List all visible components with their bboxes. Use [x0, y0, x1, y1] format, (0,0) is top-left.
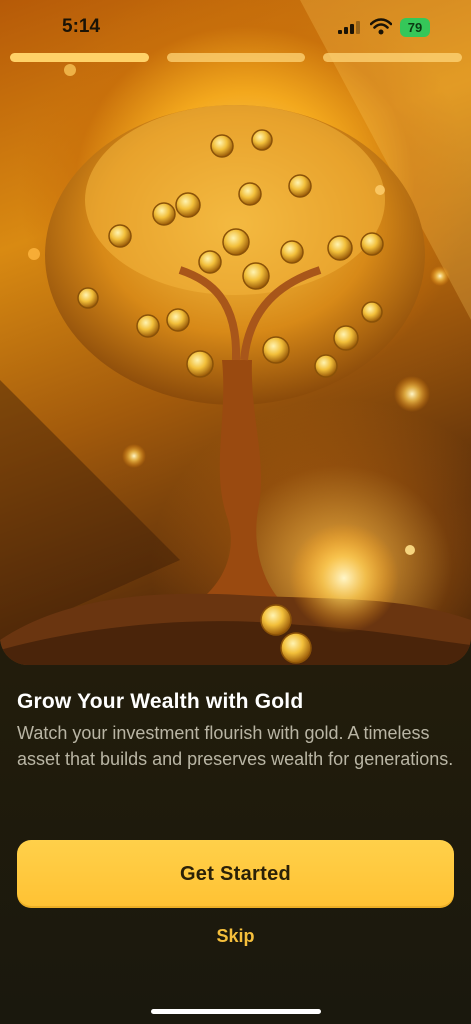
- onboarding-step-indicator: [10, 53, 463, 63]
- onboarding-title: Grow Your Wealth with Gold: [17, 690, 304, 713]
- home-indicator: [151, 1009, 321, 1014]
- onboarding-description: Watch your investment flourish with gold…: [17, 723, 454, 769]
- onboarding-screen: 5:14 79 Grow Your Wealth with Gold Watch…: [0, 0, 471, 1024]
- cellular-signal-icon: [338, 21, 362, 39]
- status-bar: 5:14 79: [0, 0, 471, 52]
- money-tree-illustration: [0, 0, 471, 665]
- step-segment-3: [323, 53, 463, 62]
- get-started-label: Get Started: [179, 862, 292, 885]
- wifi-icon: [369, 18, 393, 40]
- step-segment-1: [10, 53, 149, 62]
- skip-link[interactable]: Skip: [0, 926, 471, 947]
- status-time: 5:14: [62, 16, 101, 37]
- get-started-button[interactable]: Get Started: [17, 840, 454, 908]
- step-segment-2: [166, 53, 306, 62]
- battery-icon: 79: [400, 18, 430, 37]
